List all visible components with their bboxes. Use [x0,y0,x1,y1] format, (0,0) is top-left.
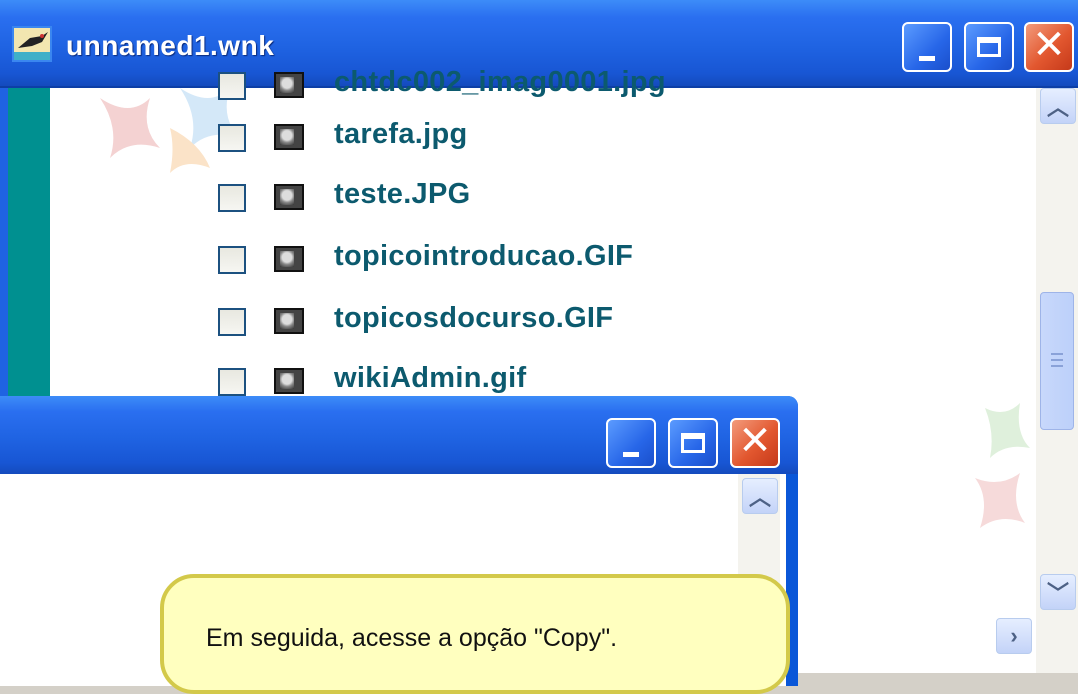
grip-line [1051,365,1063,367]
image-file-icon [274,246,304,272]
back-minimize-button[interactable] [902,22,952,72]
front-close-button[interactable]: ✕ [730,418,780,468]
back-close-button[interactable]: ✕ [1024,22,1074,72]
file-name[interactable]: topicosdocurso.GIF [334,302,613,335]
maximize-icon [977,37,1001,57]
chevron-up-icon: ︿ [1046,95,1069,120]
scroll-right-button[interactable]: › [996,618,1032,654]
front-window-titlebar[interactable]: ✕ [0,396,798,474]
decorative-figures-icon [100,88,240,173]
chevron-down-icon: ﹀ [1046,581,1069,606]
bird-icon [12,26,52,62]
scroll-down-button[interactable]: ﹀ [1040,574,1076,610]
file-checkbox[interactable] [218,246,246,274]
instruction-tooltip: Em seguida, acesse a opção "Copy". [160,574,790,694]
file-name[interactable]: teste.JPG [334,178,471,211]
image-file-icon [274,368,304,394]
file-name[interactable]: tarefa.jpg [334,118,468,151]
back-maximize-button[interactable] [964,22,1014,72]
file-name[interactable]: topicointroducao.GIF [334,240,633,273]
file-checkbox[interactable] [218,124,246,152]
chevron-right-icon: › [1010,623,1018,648]
image-file-icon [274,72,304,98]
grip-line [1051,359,1063,361]
close-icon: ✕ [1032,22,1066,68]
file-checkbox[interactable] [218,72,246,100]
scroll-thumb[interactable] [1040,292,1074,430]
file-checkbox[interactable] [218,368,246,396]
file-checkbox[interactable] [218,308,246,336]
image-file-icon [274,308,304,334]
minimize-icon [623,451,639,457]
close-icon: ✕ [738,418,772,464]
scroll-up-button[interactable]: ︿ [742,478,778,514]
scroll-up-button[interactable]: ︿ [1040,88,1076,124]
file-name[interactable]: wikiAdmin.gif [334,362,526,395]
grip-line [1051,353,1063,355]
front-maximize-button[interactable] [668,418,718,468]
back-vertical-scrollbar[interactable]: ︿ ﹀ › [996,88,1078,673]
back-window-title: unnamed1.wnk [66,30,275,61]
decorative-figures-icon [975,403,1030,528]
image-file-icon [274,124,304,150]
front-minimize-button[interactable] [606,418,656,468]
maximize-icon [681,433,705,453]
file-name[interactable]: chtdc002_imag0001.jpg [334,66,666,99]
tooltip-text: Em seguida, acesse a opção "Copy". [206,624,618,652]
minimize-icon [919,55,935,61]
file-checkbox[interactable] [218,184,246,212]
image-file-icon [274,184,304,210]
chevron-up-icon: ︿ [748,485,771,510]
